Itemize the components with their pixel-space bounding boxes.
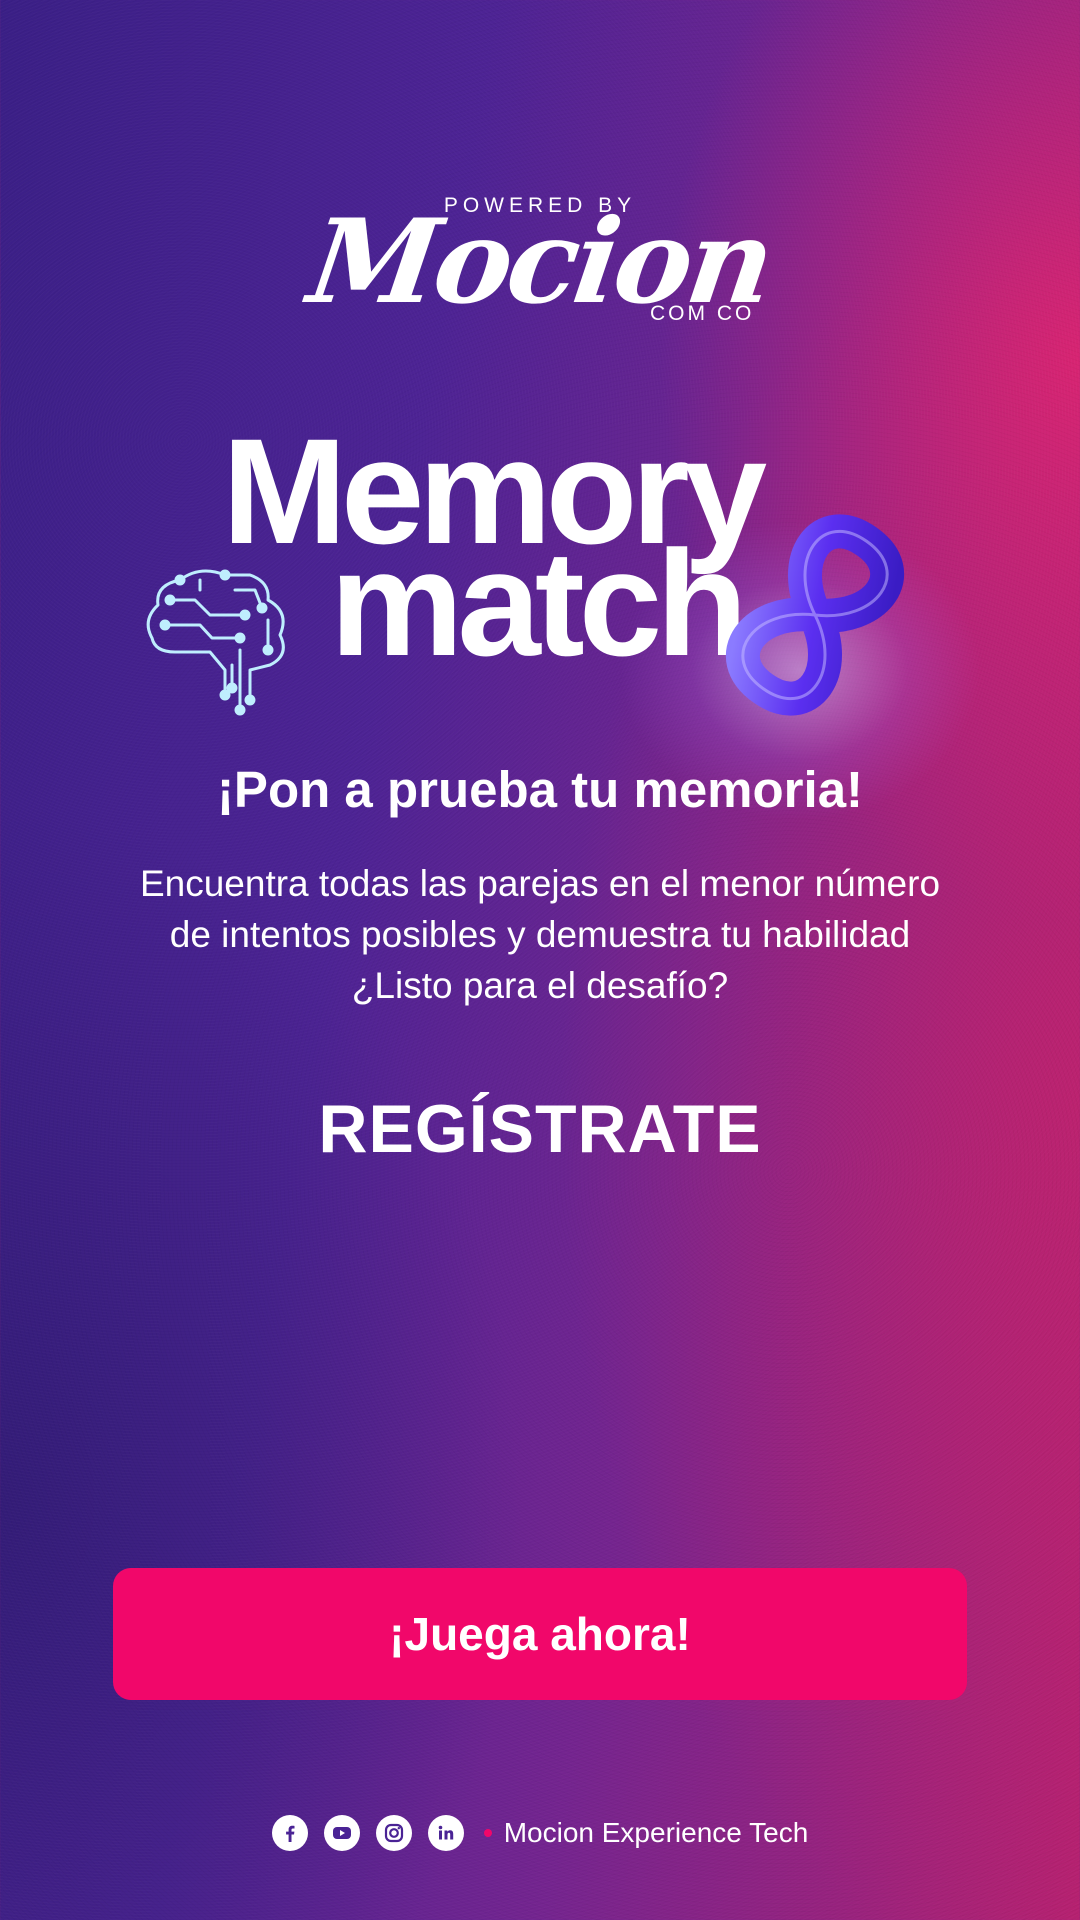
youtube-icon[interactable]	[323, 1815, 360, 1851]
tagline: ¡Pon a prueba tu memoria!	[216, 761, 864, 818]
memory-match-logo: Memory match	[0, 416, 1080, 820]
mocion-logo-text: Mocion	[301, 194, 779, 330]
game-description: Encuentra todas las parejas en el menor …	[139, 863, 941, 1006]
register-heading: REGÍSTRATE	[318, 1091, 762, 1167]
play-now-button[interactable]: ¡Juega ahora!	[113, 1568, 967, 1700]
logo-title-match: match	[330, 519, 748, 687]
brain-circuit-icon	[146, 569, 285, 716]
mocion-brand: POWERED BY Mocion COM CO	[0, 190, 1080, 330]
facebook-icon[interactable]	[271, 1815, 308, 1851]
infinity-icon	[726, 514, 904, 716]
footer-company: Mocion Experience Tech	[503, 1817, 809, 1848]
instagram-icon[interactable]	[375, 1815, 412, 1851]
footer: Mocion Experience Tech	[0, 1810, 1080, 1856]
linkedin-icon[interactable]	[427, 1815, 464, 1851]
brand-suffix: COM CO	[650, 302, 755, 325]
separator-dot	[483, 1829, 492, 1837]
